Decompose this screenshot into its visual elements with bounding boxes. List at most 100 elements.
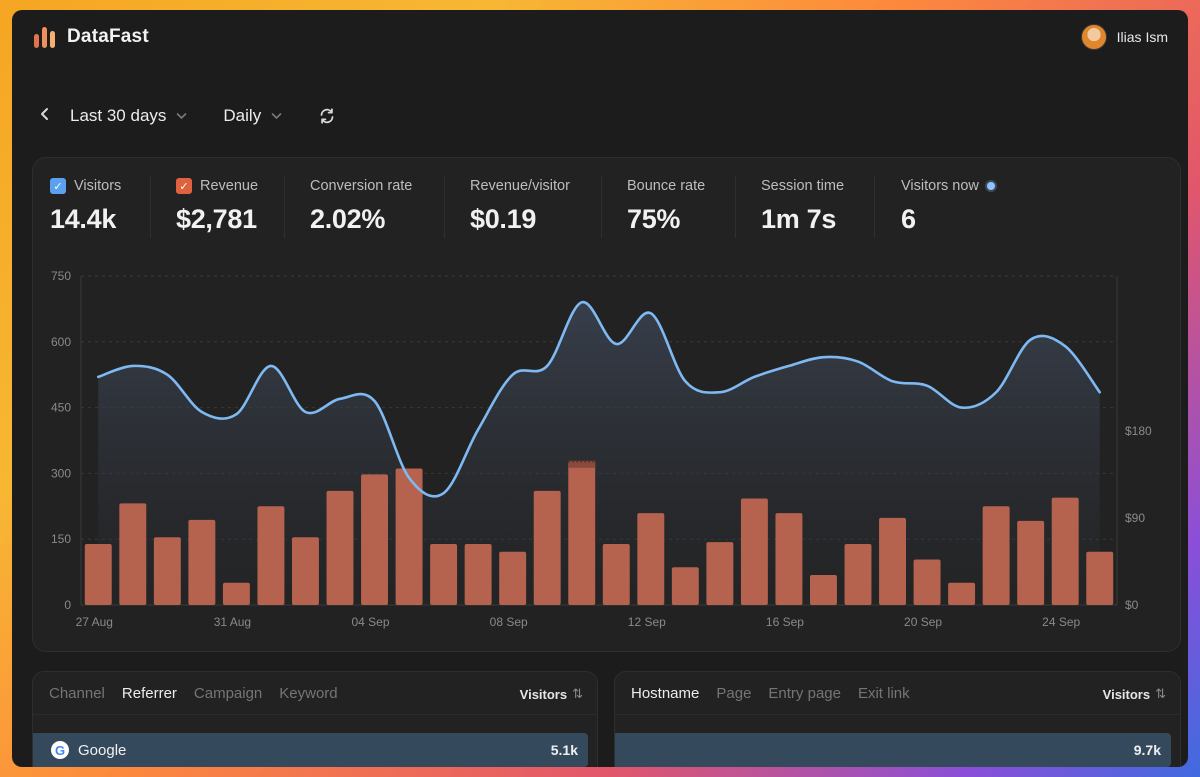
visitors-area [98, 302, 1100, 605]
x-tick-label: 20 Sep [904, 615, 942, 629]
stat-value: 75% [627, 204, 681, 234]
chevron-down-icon [271, 109, 282, 123]
stat-divider [874, 176, 875, 238]
referrer-panel: Channel Referrer Campaign Keyword Visito… [32, 671, 598, 767]
stat-label: Revenue [200, 178, 259, 194]
sort-visitors-button[interactable]: Visitors ⇅ [1103, 686, 1166, 702]
date-range-select[interactable]: Last 30 days [70, 106, 187, 126]
revenue-bar [188, 519, 216, 605]
interval-select[interactable]: Daily [223, 106, 282, 126]
revenue-bar [533, 490, 561, 605]
visitors-checkbox-icon[interactable]: ✓ [50, 178, 66, 194]
revenue-bar [706, 542, 734, 605]
y-tick-label: 450 [51, 401, 71, 415]
stat-label: Visitors now [901, 178, 979, 194]
revenue-bar [809, 575, 837, 605]
row-value: 9.7k [1133, 742, 1161, 758]
y-tick-label: 600 [51, 335, 71, 349]
chevron-down-icon [176, 109, 187, 123]
stat-label: Visitors [74, 178, 122, 194]
y-tick-label: 150 [51, 532, 71, 546]
stat-divider [735, 176, 736, 238]
stat-conversion-rate[interactable]: Conversion rate 2.02% [310, 176, 412, 238]
revenue-bar [913, 559, 941, 605]
revenue-bar [1086, 551, 1114, 605]
date-range-label: Last 30 days [70, 106, 167, 125]
sort-arrows-icon: ⇅ [1155, 686, 1166, 701]
hostname-tabs: Hostname Page Entry page Exit link [631, 685, 910, 702]
revenue-bar [844, 544, 872, 605]
stat-session-time[interactable]: Session time 1m 7s [761, 176, 844, 238]
revenue-bar [153, 537, 181, 605]
y-right-tick-label: $180 [1125, 424, 1152, 438]
user-name: Ilias Ism [1116, 29, 1168, 45]
sort-label: Visitors [1102, 686, 1151, 702]
revenue-checkbox-icon[interactable]: ✓ [176, 178, 192, 194]
tab-hostname[interactable]: Hostname [631, 685, 699, 702]
panel-divider [615, 714, 1180, 715]
tab-exit-link[interactable]: Exit link [858, 685, 910, 702]
stat-value: $0.19 [470, 204, 537, 234]
x-tick-label: 27 Aug [76, 615, 113, 629]
live-indicator-icon [986, 182, 995, 190]
stat-revenue-per-visitor[interactable]: Revenue/visitor $0.19 [470, 176, 570, 238]
y-tick-label: 0 [64, 598, 71, 612]
revenue-bar [326, 490, 354, 605]
revenue-bar [1051, 497, 1079, 605]
user-menu[interactable]: Ilias Ism [1080, 24, 1168, 50]
date-controls: Last 30 days Daily [40, 102, 336, 130]
revenue-bar [982, 506, 1010, 605]
stat-value: 6 [901, 204, 916, 234]
sort-label: Visitors [519, 686, 568, 702]
y-tick-label: 300 [51, 466, 71, 480]
tab-channel[interactable]: Channel [49, 685, 105, 702]
x-tick-label: 24 Sep [1042, 615, 1080, 629]
revenue-bar [637, 513, 665, 605]
revenue-bar [499, 551, 527, 605]
sort-arrows-icon: ⇅ [572, 686, 583, 701]
revenue-bar [948, 582, 976, 605]
chevron-left-icon[interactable] [40, 107, 52, 126]
app-title: DataFast [67, 26, 149, 47]
user-avatar [1080, 24, 1107, 50]
sort-visitors-button[interactable]: Visitors ⇅ [520, 686, 583, 702]
revenue-bar [671, 567, 699, 605]
x-tick-label: 16 Sep [766, 615, 804, 629]
revenue-bar [740, 498, 768, 605]
google-icon: G [51, 741, 69, 759]
x-tick-label: 31 Aug [214, 615, 251, 629]
x-tick-label: 08 Sep [490, 615, 528, 629]
stat-revenue[interactable]: ✓ Revenue $2,781 [176, 176, 258, 238]
row-value: 5.1k [550, 742, 578, 758]
x-tick-label: 04 Sep [352, 615, 390, 629]
tab-page[interactable]: Page [716, 685, 751, 702]
refresh-icon[interactable] [318, 107, 336, 125]
stat-label: Conversion rate [310, 178, 413, 194]
app-logo[interactable]: DataFast [34, 26, 149, 48]
revenue-bar [879, 517, 907, 605]
revenue-bar [291, 537, 319, 605]
y-tick-label: 750 [51, 269, 71, 283]
y-right-tick-label: $90 [1125, 511, 1145, 525]
tab-entry-page[interactable]: Entry page [768, 685, 841, 702]
stat-visitors-now[interactable]: Visitors now 6 [901, 176, 995, 238]
stat-bounce-rate[interactable]: Bounce rate 75% [627, 176, 705, 238]
row-label: Google [78, 741, 127, 759]
revenue-bar [257, 506, 285, 605]
list-item[interactable]: G Google 5.1k [33, 733, 588, 767]
revenue-bar [568, 461, 596, 605]
revenue-bar [119, 503, 147, 605]
top-bar: DataFast Ilias Ism [12, 10, 1188, 66]
tab-keyword[interactable]: Keyword [279, 685, 337, 702]
revenue-bar [775, 513, 803, 605]
revenue-bar [602, 544, 630, 605]
stat-visitors[interactable]: ✓ Visitors 14.4k [50, 176, 121, 238]
stat-divider [150, 176, 151, 238]
stat-divider [284, 176, 285, 238]
interval-label: Daily [223, 106, 262, 125]
revenue-bar [464, 544, 492, 605]
tab-referrer[interactable]: Referrer [122, 685, 177, 702]
revenue-bar [361, 474, 389, 605]
tab-campaign[interactable]: Campaign [194, 685, 262, 702]
list-item[interactable]: 9.7k [615, 733, 1171, 767]
